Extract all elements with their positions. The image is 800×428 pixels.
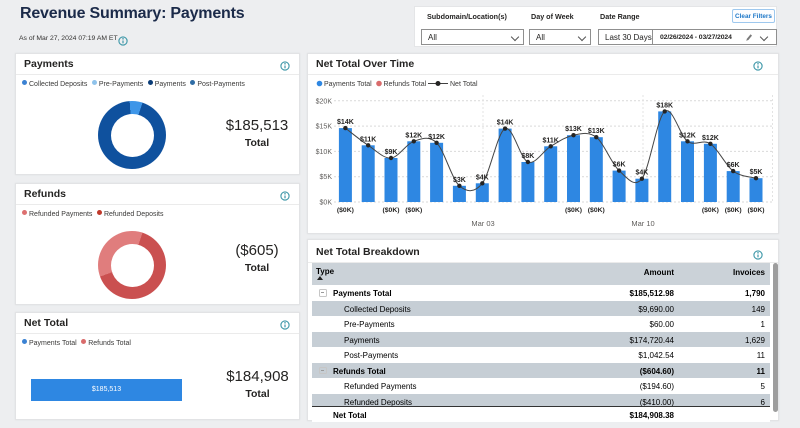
svg-text:$14K: $14K (337, 119, 354, 126)
svg-text:Refunds Total: Refunds Total (384, 81, 427, 88)
svg-text:$5K: $5K (320, 174, 333, 181)
svg-text:$4K: $4K (635, 170, 648, 177)
svg-text:$12K: $12K (428, 134, 445, 141)
svg-text:($0K): ($0K) (405, 207, 422, 214)
svg-text:($0K): ($0K) (565, 207, 582, 214)
svg-text:$12K: $12K (405, 132, 422, 139)
svg-text:Payments Total: Payments Total (324, 81, 372, 88)
svg-text:$8K: $8K (521, 153, 534, 160)
svg-text:($0K): ($0K) (702, 207, 719, 214)
svg-text:($0K): ($0K) (748, 207, 765, 214)
svg-text:$14K: $14K (497, 120, 514, 127)
svg-text:$5K: $5K (750, 169, 763, 176)
svg-text:$13K: $13K (565, 126, 582, 133)
svg-text:$3K: $3K (453, 177, 466, 184)
svg-text:Mar 03: Mar 03 (471, 219, 494, 228)
svg-text:$6K: $6K (727, 162, 740, 169)
svg-text:$6K: $6K (613, 162, 626, 169)
svg-text:Net Total: Net Total (450, 81, 478, 88)
svg-text:$20K: $20K (316, 98, 333, 105)
svg-text:$18K: $18K (656, 102, 673, 109)
svg-text:$4K: $4K (476, 174, 489, 181)
svg-text:($0K): ($0K) (725, 207, 742, 214)
svg-text:($0K): ($0K) (588, 207, 605, 214)
svg-text:$0K: $0K (320, 200, 333, 207)
svg-text:$9K: $9K (385, 149, 398, 156)
svg-text:$11K: $11K (360, 136, 376, 143)
svg-text:Mar 10: Mar 10 (631, 219, 654, 228)
svg-text:($0K): ($0K) (337, 207, 354, 214)
svg-text:$12K: $12K (702, 135, 719, 142)
svg-text:$10K: $10K (316, 149, 333, 156)
svg-text:($0K): ($0K) (383, 207, 400, 214)
svg-text:$15K: $15K (316, 124, 333, 131)
svg-text:$11K: $11K (543, 137, 559, 144)
svg-text:$12K: $12K (679, 132, 696, 139)
svg-text:$13K: $13K (588, 128, 605, 135)
